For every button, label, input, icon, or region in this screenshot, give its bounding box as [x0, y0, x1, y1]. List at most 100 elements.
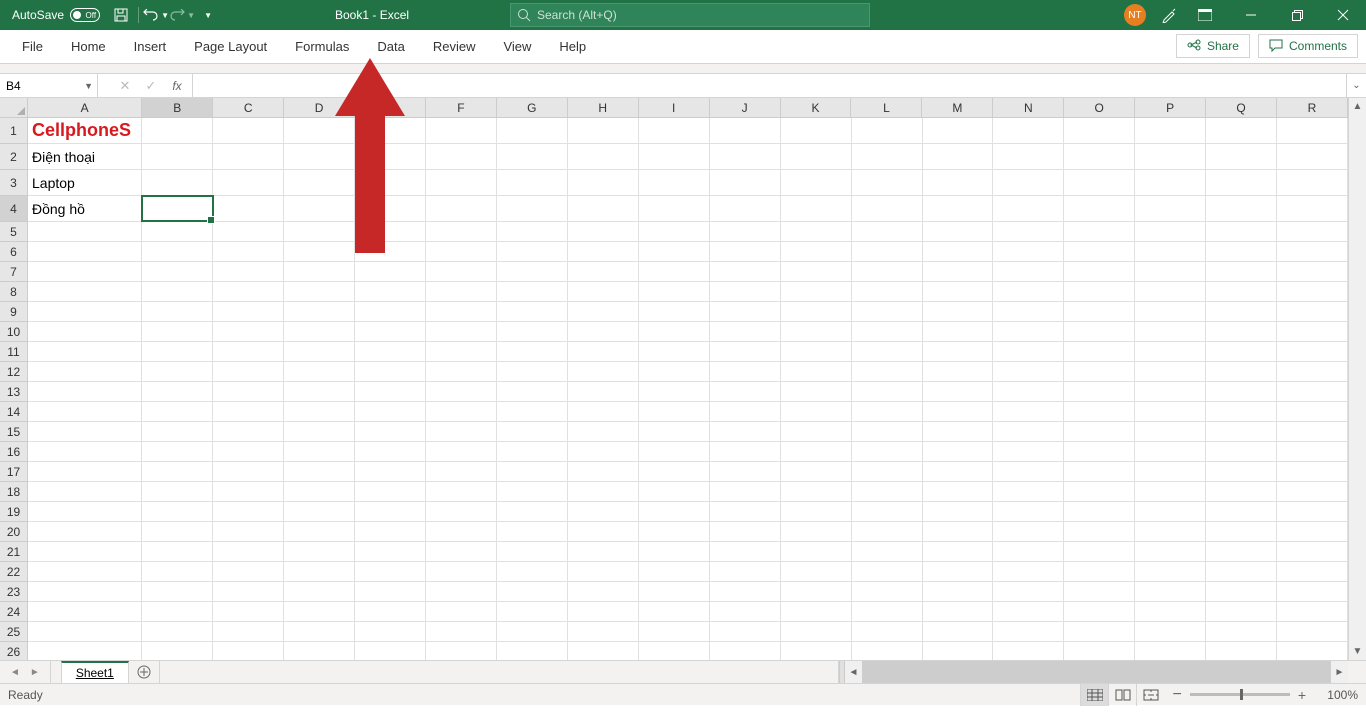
cell-G13[interactable] — [497, 382, 568, 401]
cell-P8[interactable] — [1135, 282, 1206, 301]
cell-N12[interactable] — [993, 362, 1064, 381]
cell-E25[interactable] — [355, 622, 426, 641]
cell-G11[interactable] — [497, 342, 568, 361]
cell-C11[interactable] — [213, 342, 284, 361]
cell-N23[interactable] — [993, 582, 1064, 601]
cell-B12[interactable] — [142, 362, 213, 381]
scroll-right-icon[interactable]: ► — [1331, 667, 1348, 678]
cell-J25[interactable] — [710, 622, 781, 641]
cell-A21[interactable] — [28, 542, 142, 561]
cell-G26[interactable] — [497, 642, 568, 661]
cell-L19[interactable] — [852, 502, 923, 521]
cell-N17[interactable] — [993, 462, 1064, 481]
zoom-level[interactable]: 100% — [1314, 688, 1358, 702]
cell-I14[interactable] — [639, 402, 710, 421]
cell-R11[interactable] — [1277, 342, 1348, 361]
cell-P4[interactable] — [1135, 196, 1206, 221]
cell-A7[interactable] — [28, 262, 142, 281]
cell-E24[interactable] — [355, 602, 426, 621]
cell-J17[interactable] — [710, 462, 781, 481]
cell-L25[interactable] — [852, 622, 923, 641]
cell-R24[interactable] — [1277, 602, 1348, 621]
cell-R2[interactable] — [1277, 144, 1348, 169]
cell-Q26[interactable] — [1206, 642, 1277, 661]
cell-Q1[interactable] — [1206, 118, 1277, 143]
cell-O19[interactable] — [1064, 502, 1135, 521]
cell-G17[interactable] — [497, 462, 568, 481]
cell-R9[interactable] — [1277, 302, 1348, 321]
row-header-13[interactable]: 13 — [0, 382, 27, 402]
cell-A8[interactable] — [28, 282, 142, 301]
cell-B24[interactable] — [142, 602, 213, 621]
cell-M4[interactable] — [923, 196, 994, 221]
cell-A12[interactable] — [28, 362, 142, 381]
cell-L16[interactable] — [852, 442, 923, 461]
row-header-21[interactable]: 21 — [0, 542, 27, 562]
cell-E17[interactable] — [355, 462, 426, 481]
tab-page-layout[interactable]: Page Layout — [180, 30, 281, 63]
cell-H11[interactable] — [568, 342, 639, 361]
autosave-control[interactable]: AutoSave Off — [0, 8, 108, 22]
cell-N3[interactable] — [993, 170, 1064, 195]
cell-O8[interactable] — [1064, 282, 1135, 301]
cell-J22[interactable] — [710, 562, 781, 581]
cell-N7[interactable] — [993, 262, 1064, 281]
cell-O17[interactable] — [1064, 462, 1135, 481]
cell-I1[interactable] — [639, 118, 710, 143]
cell-Q22[interactable] — [1206, 562, 1277, 581]
cell-F22[interactable] — [426, 562, 497, 581]
cell-P22[interactable] — [1135, 562, 1206, 581]
cell-R21[interactable] — [1277, 542, 1348, 561]
cell-M8[interactable] — [923, 282, 994, 301]
cell-B17[interactable] — [142, 462, 213, 481]
cell-D16[interactable] — [284, 442, 355, 461]
cell-A22[interactable] — [28, 562, 142, 581]
cell-B7[interactable] — [142, 262, 213, 281]
redo-icon[interactable]: ▼ — [169, 0, 195, 30]
cell-K1[interactable] — [781, 118, 852, 143]
row-header-11[interactable]: 11 — [0, 342, 27, 362]
cell-J16[interactable] — [710, 442, 781, 461]
cell-K4[interactable] — [781, 196, 852, 221]
cell-C17[interactable] — [213, 462, 284, 481]
row-header-24[interactable]: 24 — [0, 602, 27, 622]
cell-E8[interactable] — [355, 282, 426, 301]
cell-I19[interactable] — [639, 502, 710, 521]
cell-E7[interactable] — [355, 262, 426, 281]
cell-N14[interactable] — [993, 402, 1064, 421]
row-header-8[interactable]: 8 — [0, 282, 27, 302]
cell-F8[interactable] — [426, 282, 497, 301]
cell-F20[interactable] — [426, 522, 497, 541]
cell-B3[interactable] — [142, 170, 213, 195]
cell-P9[interactable] — [1135, 302, 1206, 321]
cell-J9[interactable] — [710, 302, 781, 321]
cell-R14[interactable] — [1277, 402, 1348, 421]
column-header-R[interactable]: R — [1277, 98, 1348, 117]
cell-B22[interactable] — [142, 562, 213, 581]
cell-B1[interactable] — [142, 118, 213, 143]
row-header-14[interactable]: 14 — [0, 402, 27, 422]
cell-E21[interactable] — [355, 542, 426, 561]
cell-C16[interactable] — [213, 442, 284, 461]
cell-O4[interactable] — [1064, 196, 1135, 221]
cell-H19[interactable] — [568, 502, 639, 521]
cell-P7[interactable] — [1135, 262, 1206, 281]
cell-O11[interactable] — [1064, 342, 1135, 361]
cell-P18[interactable] — [1135, 482, 1206, 501]
cell-H22[interactable] — [568, 562, 639, 581]
row-header-25[interactable]: 25 — [0, 622, 27, 642]
cell-B10[interactable] — [142, 322, 213, 341]
cell-P10[interactable] — [1135, 322, 1206, 341]
column-header-B[interactable]: B — [142, 98, 213, 117]
column-header-D[interactable]: D — [284, 98, 355, 117]
cell-A9[interactable] — [28, 302, 142, 321]
cell-F15[interactable] — [426, 422, 497, 441]
cell-L11[interactable] — [852, 342, 923, 361]
column-header-K[interactable]: K — [781, 98, 852, 117]
cell-Q23[interactable] — [1206, 582, 1277, 601]
cell-M14[interactable] — [923, 402, 994, 421]
scroll-down-icon[interactable]: ▼ — [1349, 643, 1366, 660]
cell-K19[interactable] — [781, 502, 852, 521]
cell-B26[interactable] — [142, 642, 213, 661]
cell-D6[interactable] — [284, 242, 355, 261]
